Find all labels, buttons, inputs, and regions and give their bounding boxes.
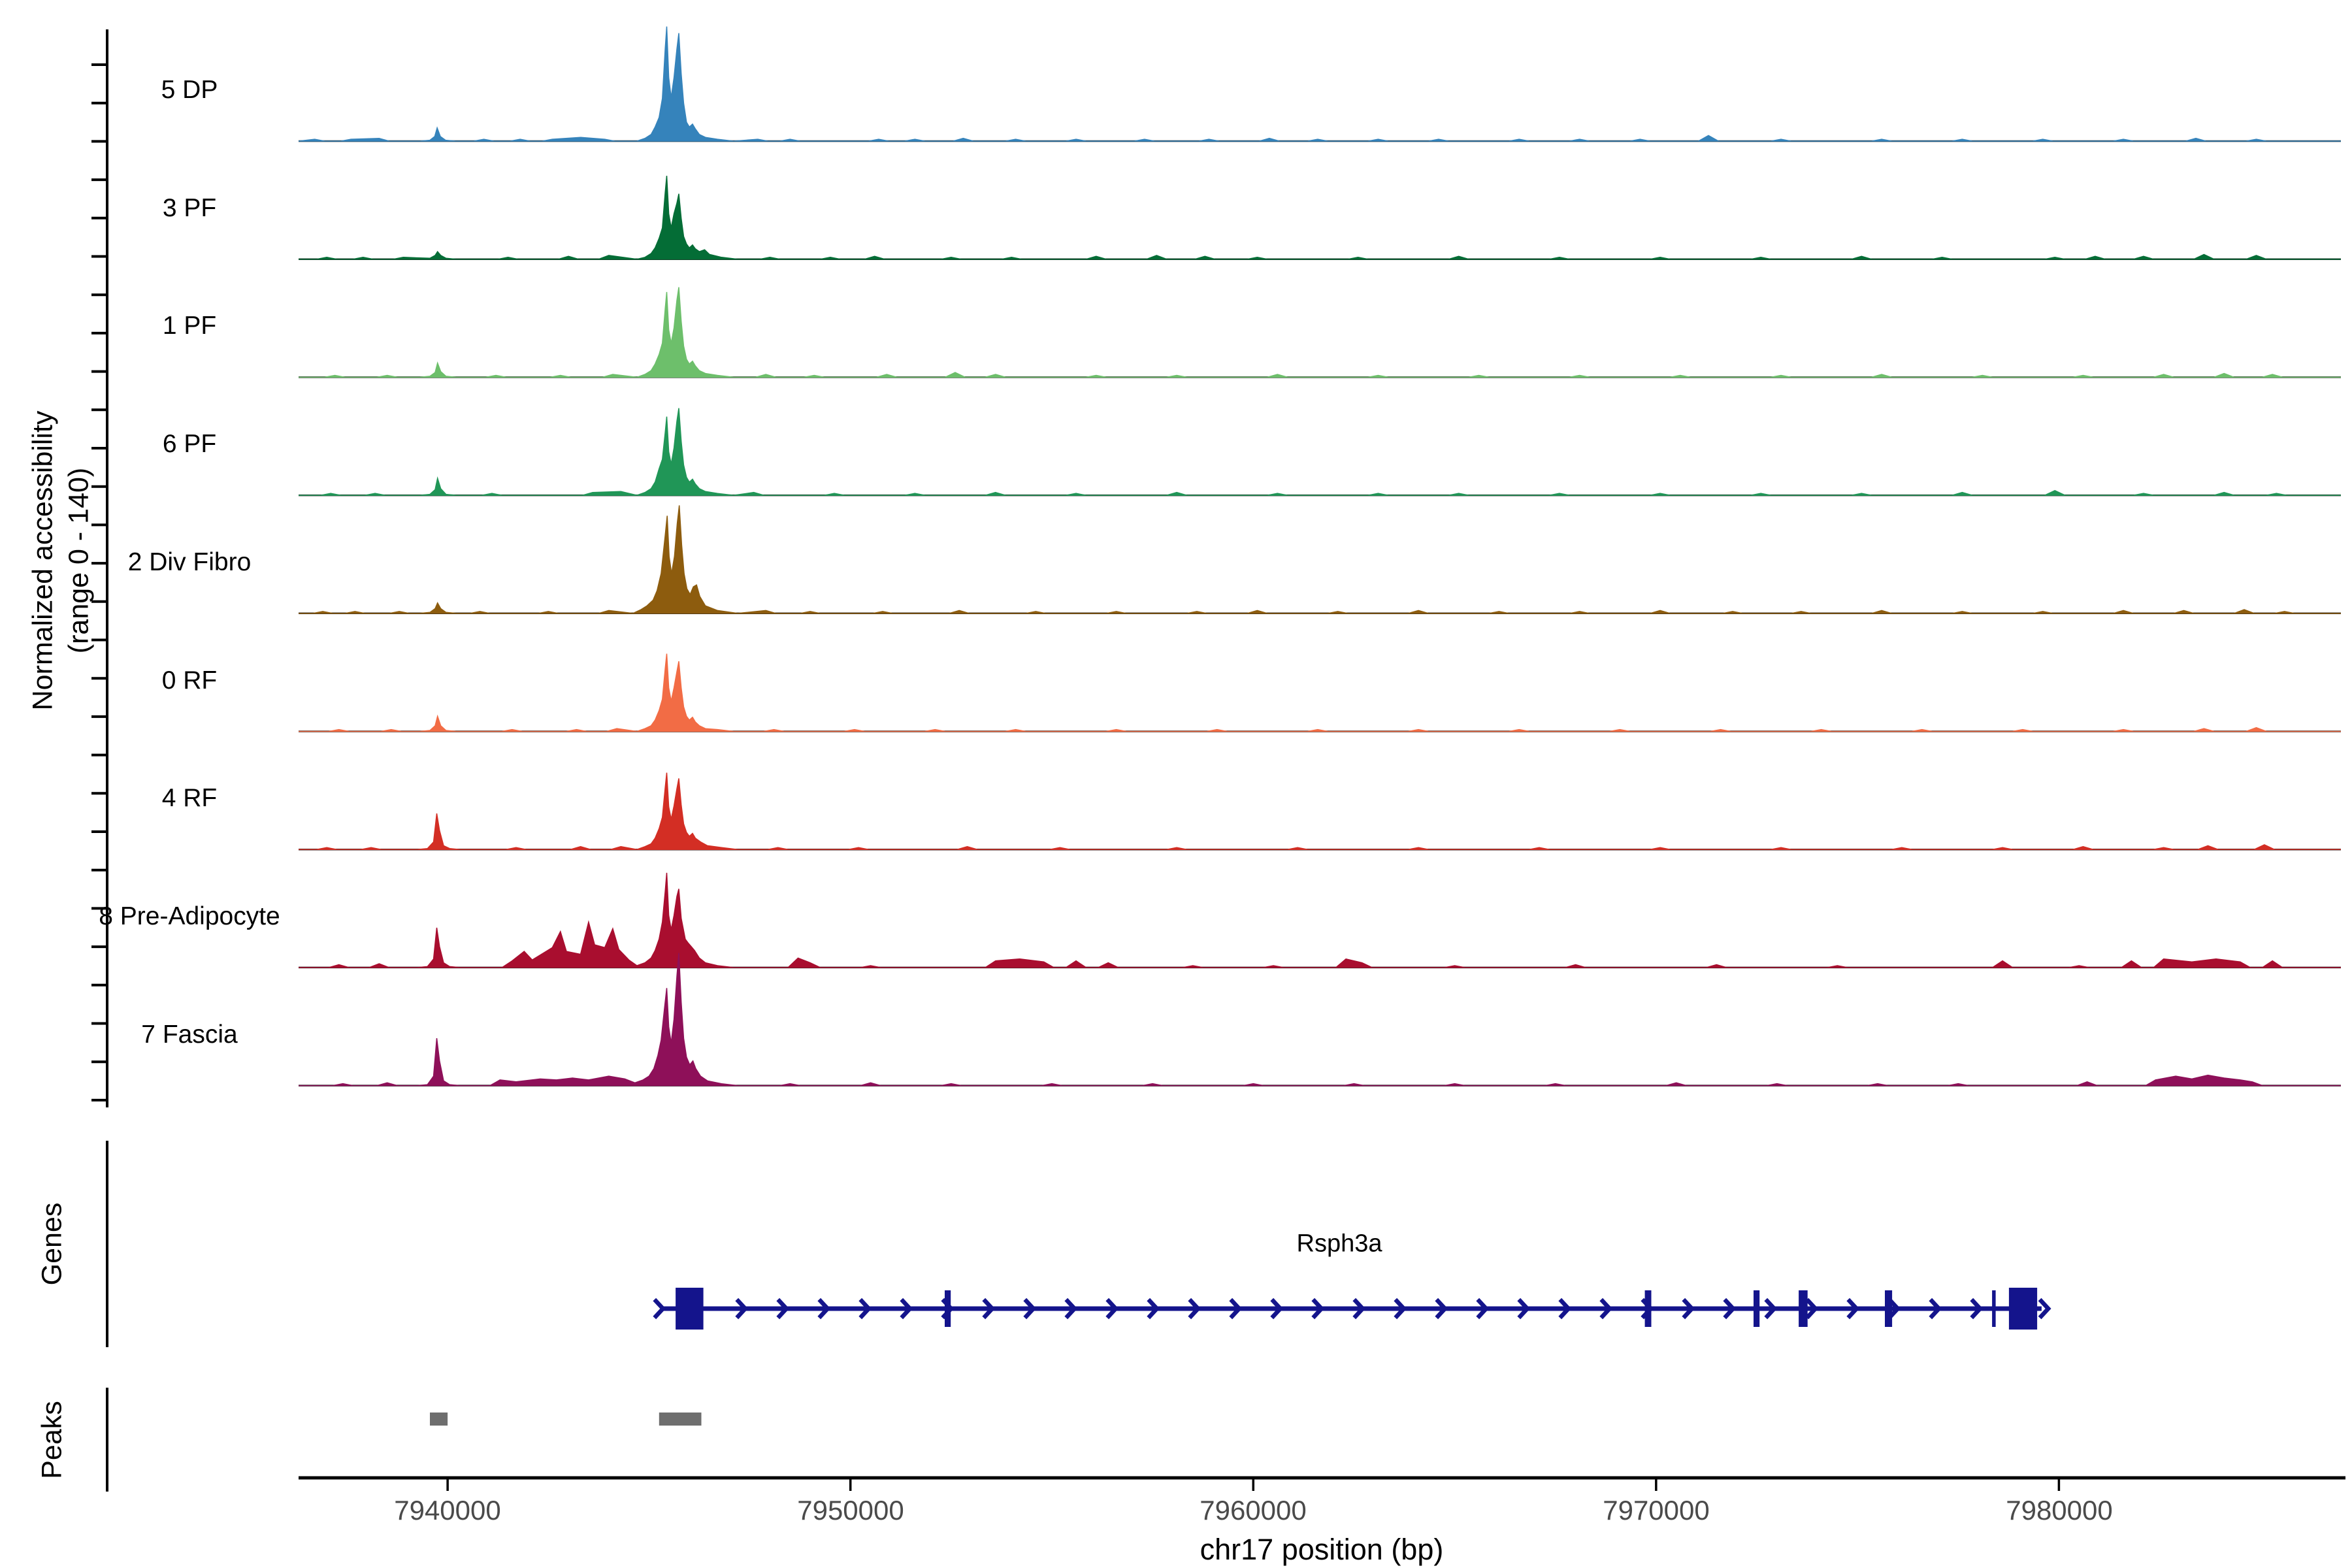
x-tick-label-7980000: 7980000 (1929, 1495, 2190, 1526)
signal-area-0-rf (299, 654, 2341, 732)
gene-exon-4 (1799, 1290, 1808, 1327)
peak-region-1 (659, 1413, 702, 1426)
gene-strand-arrow-icon (655, 1299, 663, 1318)
track-label-8-pre-adipocyte: 8 Pre-Adipocyte (77, 902, 302, 931)
y-axis-label-line1: Normalized accessibility (27, 411, 59, 711)
gene-exon-0 (676, 1288, 704, 1330)
track-label-0-rf: 0 RF (77, 666, 302, 695)
track-label-7-fascia: 7 Fascia (77, 1021, 302, 1049)
signal-area-3-pf (299, 176, 2341, 259)
track-label-5-dp: 5 DP (77, 76, 302, 105)
genes-section-label: Genes (37, 1203, 69, 1286)
track-label-6-pf: 6 PF (77, 430, 302, 459)
signal-area-5-dp (299, 27, 2341, 141)
peak-region-0 (430, 1413, 448, 1426)
x-axis-title: chr17 position (bp) (1060, 1533, 1583, 1567)
signal-area-8-pre-adipocyte (299, 873, 2341, 968)
track-label-4-rf: 4 RF (77, 784, 302, 813)
track-label-2-div-fibro: 2 Div Fibro (77, 548, 302, 577)
signal-area-1-pf (299, 287, 2341, 378)
genome-browser-figure: Normalized accessibility (range 0 - 140)… (0, 0, 2352, 1568)
gene-exon-2 (1645, 1290, 1652, 1327)
signal-area-6-pf (299, 408, 2341, 495)
gene-name-label: Rsph3a (1209, 1230, 1470, 1258)
track-label-3-pf: 3 PF (77, 194, 302, 223)
x-tick-label-7950000: 7950000 (720, 1495, 981, 1526)
gene-exon-5 (1885, 1290, 1892, 1327)
x-tick-label-7940000: 7940000 (317, 1495, 578, 1526)
gene-exon-1 (945, 1290, 951, 1327)
gene-exon-7 (2009, 1288, 2037, 1330)
plot-svg (0, 0, 2352, 1568)
track-label-1-pf: 1 PF (77, 312, 302, 340)
signal-area-7-fascia (299, 953, 2341, 1086)
gene-exon-6 (1992, 1290, 1996, 1327)
peaks-section-label: Peaks (37, 1401, 69, 1479)
gene-exon-3 (1754, 1290, 1759, 1327)
x-tick-label-7960000: 7960000 (1122, 1495, 1384, 1526)
signal-area-2-div-fibro (299, 506, 2341, 613)
signal-area-4-rf (299, 773, 2341, 850)
x-tick-label-7970000: 7970000 (1526, 1495, 1787, 1526)
